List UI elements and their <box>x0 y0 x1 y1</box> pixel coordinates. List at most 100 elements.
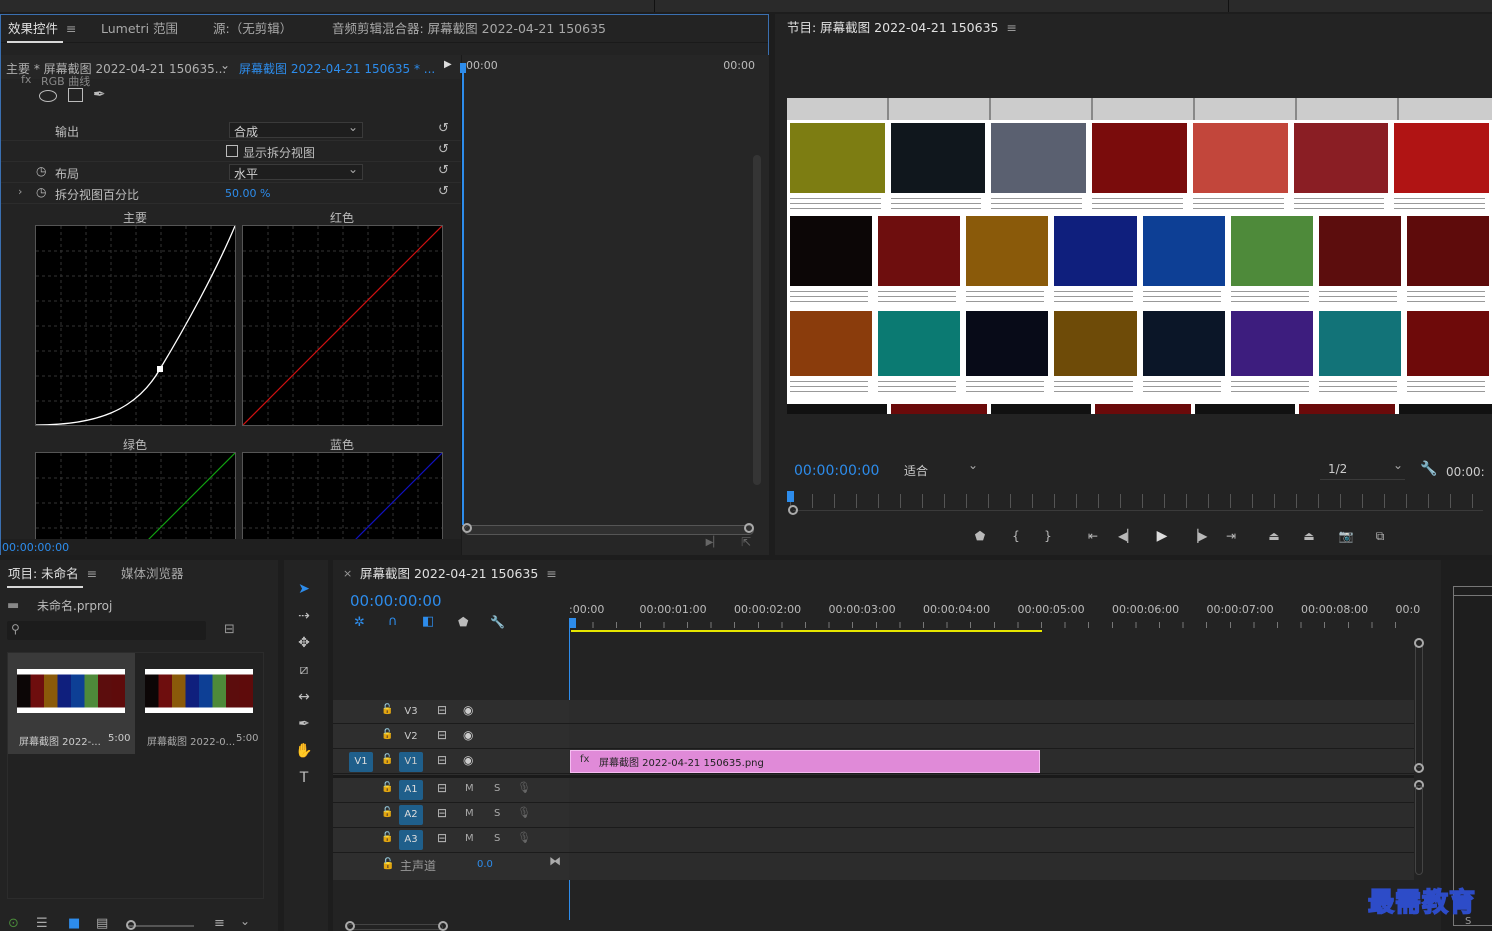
program-timecode[interactable]: 00:00:00:00 <box>794 463 879 479</box>
zoom-slider[interactable] <box>128 925 194 927</box>
green-curve-graph[interactable] <box>35 452 236 550</box>
reset-icon[interactable]: ↺ <box>438 142 449 157</box>
type-tool-icon[interactable]: T <box>290 766 318 790</box>
lock-icon[interactable]: 🔓 <box>381 729 393 740</box>
output-dropdown[interactable]: 合成 ⌄ <box>229 120 363 139</box>
go-to-end-icon[interactable]: ⧓ <box>549 854 561 868</box>
vertical-scrollbar[interactable] <box>753 155 761 485</box>
expand-arrow-icon[interactable]: › <box>18 185 22 198</box>
sync-lock-icon[interactable]: ⊟ <box>437 831 447 845</box>
track-target-a2[interactable]: A2 <box>399 805 423 825</box>
eye-icon[interactable]: ◉ <box>463 703 473 717</box>
track-target-v1[interactable]: V1 <box>399 752 423 772</box>
eye-icon[interactable]: ◉ <box>463 753 473 767</box>
track-target-v3[interactable]: V3 <box>399 702 423 722</box>
program-ruler[interactable] <box>790 494 1485 508</box>
timeline-zoom-scrollbar[interactable] <box>347 924 443 930</box>
resolution-dropdown[interactable]: 1/2 ⌄ <box>1320 458 1405 480</box>
rectangle-mask-icon[interactable] <box>68 88 83 102</box>
go-to-out-icon[interactable]: ⇥ <box>1222 527 1240 545</box>
mini-playhead-handle[interactable] <box>460 63 466 73</box>
new-bin-icon[interactable]: ⊟ <box>224 622 235 637</box>
microphone-icon[interactable]: 🎙 <box>517 806 531 819</box>
track-target-a1[interactable]: A1 <box>399 780 423 800</box>
sync-lock-icon[interactable]: ⊟ <box>437 781 447 795</box>
microphone-icon[interactable]: 🎙 <box>517 781 531 794</box>
lock-icon[interactable]: ⊙ <box>8 916 19 931</box>
snap-icon[interactable]: ✲ <box>354 615 365 630</box>
timeline-timecode[interactable]: 00:00:00:00 <box>350 592 442 610</box>
track-select-tool-icon[interactable]: ⇢ <box>290 604 318 628</box>
track-target-v2[interactable]: V2 <box>399 727 423 747</box>
video-clip[interactable]: fx 屏幕截图 2022-04-21 150635.png <box>570 750 1040 773</box>
lock-icon[interactable]: 🔓 <box>381 754 393 765</box>
track-row-v2[interactable] <box>333 725 1414 749</box>
scroll-handle-right[interactable] <box>744 523 754 533</box>
stopwatch-icon[interactable]: ◷ <box>36 185 46 199</box>
zoom-bar-track[interactable] <box>793 510 1483 511</box>
master-volume-value[interactable]: 0.0 <box>477 859 493 870</box>
blue-curve-graph[interactable] <box>242 452 443 550</box>
timeline-ruler[interactable]: :00:00 00:00:01:00 00:00:02:00 00:00:03:00 0… <box>569 600 1420 630</box>
mute-button[interactable]: M <box>465 833 474 844</box>
split-view-checkbox[interactable] <box>226 145 238 157</box>
scroll-handle-left[interactable] <box>462 523 472 533</box>
close-icon[interactable]: × <box>343 567 352 580</box>
timeline-sequence-tab[interactable]: 屏幕截图 2022-04-21 150635 ≡ <box>360 560 557 588</box>
video-scrollbar[interactable] <box>1415 638 1423 768</box>
comparison-view-icon[interactable]: ⧉ <box>1371 527 1389 545</box>
play-triangle-icon[interactable]: ▶ <box>444 59 452 70</box>
sync-lock-icon[interactable]: ⊟ <box>437 753 447 767</box>
mini-playhead[interactable] <box>462 65 464 525</box>
stopwatch-icon[interactable]: ◷ <box>36 164 46 178</box>
ellipse-mask-icon[interactable] <box>39 90 57 102</box>
wrench-icon[interactable]: 🔧 <box>1420 461 1437 477</box>
solo-button[interactable]: S <box>494 833 500 844</box>
mark-out-icon[interactable]: } <box>1039 527 1057 545</box>
zoom-slider-handle[interactable] <box>126 920 136 930</box>
reset-icon[interactable]: ↺ <box>438 121 449 136</box>
camera-icon[interactable]: 📷 <box>1337 527 1355 545</box>
chevron-down-icon[interactable]: ⌄ <box>240 914 250 928</box>
go-to-in-icon[interactable]: ⇤ <box>1084 527 1102 545</box>
eye-icon[interactable]: ◉ <box>463 728 473 742</box>
sync-lock-icon[interactable]: ⊟ <box>437 806 447 820</box>
lock-icon[interactable]: 🔓 <box>381 704 393 715</box>
mark-in-icon[interactable]: { <box>1007 527 1025 545</box>
source-patch-v1[interactable]: V1 <box>349 752 373 772</box>
tab-audio-clip-mixer[interactable]: 音频剪辑混合器: 屏幕截图 2022-04-21 150635 <box>332 15 606 43</box>
panel-menu-icon[interactable]: ≡ <box>546 560 556 588</box>
ripple-edit-tool-icon[interactable]: ✥ <box>290 631 318 655</box>
split-percent-value[interactable]: 50.00 % <box>225 187 270 200</box>
tab-source[interactable]: 源:（无剪辑） <box>213 15 292 43</box>
solo-button[interactable]: S <box>494 808 500 819</box>
sync-lock-icon[interactable]: ⊟ <box>437 703 447 717</box>
mute-button[interactable]: M <box>465 783 474 794</box>
list-view-icon[interactable]: ☰ <box>36 916 48 931</box>
sort-icon[interactable]: ≡ <box>214 916 225 931</box>
program-video-preview[interactable] <box>787 98 1492 414</box>
export-icon[interactable]: ⇱ <box>741 535 751 549</box>
project-item-selected[interactable]: 屏幕截图 2022-... 5:00 <box>8 653 135 754</box>
master-curve-graph[interactable] <box>35 225 236 426</box>
tab-effect-controls[interactable]: 效果控件 ≡ <box>8 15 77 43</box>
filter-icon[interactable]: ▶▏ <box>706 537 721 548</box>
project-item[interactable]: 屏幕截图 2022-0... 5:00 <box>136 653 264 754</box>
microphone-icon[interactable]: 🎙 <box>517 831 531 844</box>
insert-sequence-icon[interactable]: ◧ <box>422 614 434 629</box>
reset-icon[interactable]: ↺ <box>438 184 449 199</box>
panel-menu-icon[interactable]: ≡ <box>87 560 97 588</box>
linked-selection-icon[interactable]: ∩ <box>388 614 398 629</box>
mute-button[interactable]: M <box>465 808 474 819</box>
program-playhead[interactable] <box>787 491 794 502</box>
lock-icon[interactable]: 🔓 <box>381 807 393 818</box>
solo-button[interactable]: S <box>494 783 500 794</box>
work-area-bar[interactable] <box>571 630 1042 632</box>
audio-scrollbar[interactable] <box>1415 785 1423 875</box>
horizontal-scrollbar[interactable] <box>464 525 754 535</box>
step-back-icon[interactable]: ◀▏ <box>1118 527 1136 545</box>
add-marker-icon[interactable]: ⬟ <box>971 527 989 545</box>
freeform-view-icon[interactable]: ▤ <box>96 916 108 931</box>
lock-icon[interactable]: 🔓 <box>381 832 393 843</box>
selection-tool-icon[interactable]: ➤ <box>290 577 318 601</box>
